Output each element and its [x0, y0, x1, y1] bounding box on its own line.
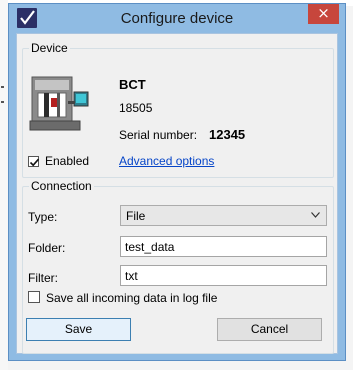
device-group-label: Device [31, 41, 68, 55]
serial-number-value: 12345 [209, 127, 246, 142]
window-title: Configure device [120, 10, 234, 27]
background-left-edge [0, 0, 8, 370]
title-bar[interactable]: Configure device × [9, 4, 345, 32]
background-mark [1, 86, 4, 88]
filter-label: Filter: [28, 271, 58, 285]
type-label: Type: [28, 210, 58, 224]
filter-input[interactable] [120, 265, 327, 286]
background-mark [1, 101, 4, 103]
close-button[interactable]: × [308, 4, 339, 24]
type-dropdown[interactable]: File [120, 205, 327, 226]
folder-label: Folder: [28, 241, 66, 255]
benchtop-device-icon [29, 74, 91, 136]
connection-group-label: Connection [31, 179, 92, 193]
device-name: BCT [119, 77, 146, 92]
checkmark-icon [29, 158, 40, 167]
folder-input[interactable] [120, 236, 327, 257]
enabled-label[interactable]: Enabled [45, 154, 89, 168]
cancel-button[interactable]: Cancel [217, 318, 322, 341]
device-model: 18505 [119, 101, 153, 115]
save-button[interactable]: Save [26, 318, 131, 341]
configure-device-dialog: Configure device × Device BCT 18505 Seri… [8, 3, 346, 361]
dialog-client-area: Device BCT 18505 Serial number: 12345 En… [16, 33, 338, 354]
type-dropdown-value: File [126, 209, 146, 223]
serial-number-label: Serial number: [119, 128, 198, 142]
advanced-options-link[interactable]: Advanced options [119, 154, 214, 168]
chevron-down-icon [311, 212, 320, 218]
save-all-label[interactable]: Save all incoming data in log file [46, 291, 217, 305]
save-all-checkbox[interactable] [28, 291, 40, 303]
enabled-checkbox[interactable] [28, 156, 40, 167]
